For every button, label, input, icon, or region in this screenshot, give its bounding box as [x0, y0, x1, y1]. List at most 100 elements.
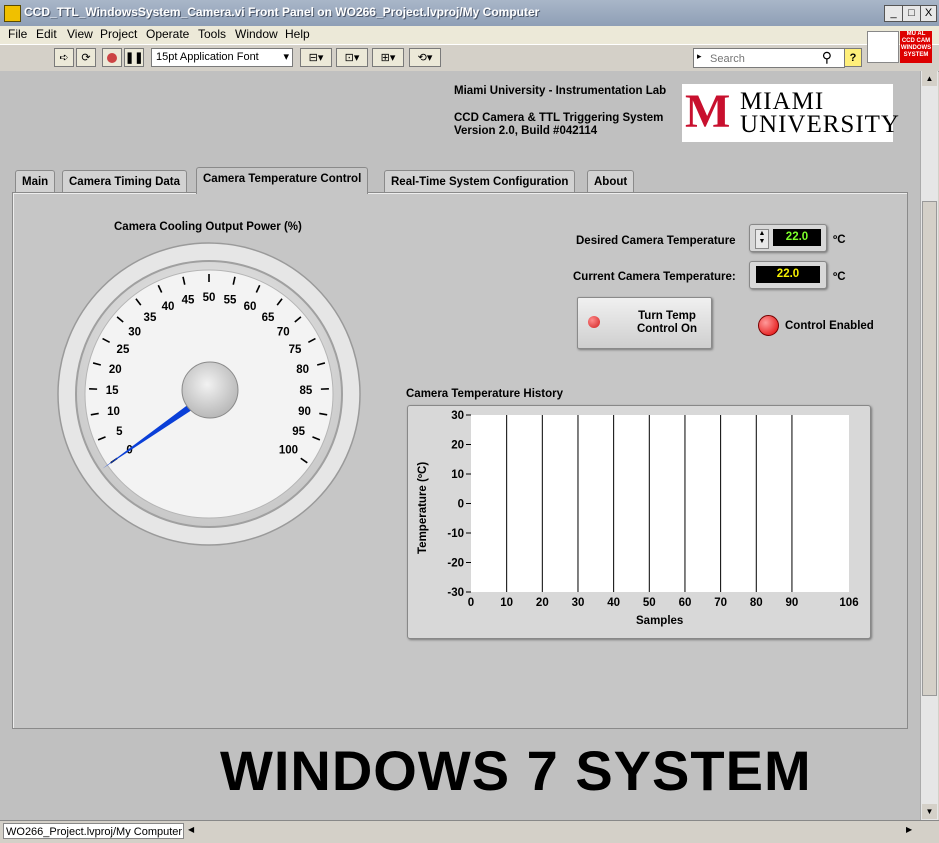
tab-camera-timing-data[interactable]: Camera Timing Data: [62, 170, 187, 192]
chevron-down-icon: ▾: [283, 49, 289, 66]
gauge-tick-label: 35: [144, 312, 157, 324]
gauge-tick-label: 60: [244, 301, 257, 313]
chart-y-axis-label: Temperature (ºC): [417, 462, 429, 554]
menu-window[interactable]: Window: [232, 27, 281, 41]
vertical-scrollbar[interactable]: ▲ ▼: [920, 71, 938, 820]
desired-temperature-unit: ºC: [833, 234, 846, 246]
logo-letter: M: [685, 88, 730, 136]
logo-line-2: UNIVERSITY: [740, 113, 900, 137]
y-tick-label: -20: [447, 558, 464, 570]
gauge-tick-label: 25: [117, 344, 130, 356]
menu-edit[interactable]: Edit: [33, 27, 60, 41]
run-arrow-icon[interactable]: ➪: [54, 48, 74, 67]
chart-title: Camera Temperature History: [406, 388, 563, 400]
gauge-tick-label: 75: [289, 344, 302, 356]
button-label-line-2: Control On: [632, 323, 702, 335]
menu-file[interactable]: File: [5, 27, 30, 41]
gauge-tick-label: 100: [279, 445, 298, 457]
gauge-tick-label: 95: [292, 426, 305, 438]
turn-temp-control-on-button[interactable]: Turn Temp Control On: [577, 297, 712, 349]
current-temperature-indicator: 22.0: [749, 261, 827, 289]
desired-temperature-label: Desired Camera Temperature: [576, 235, 736, 247]
maximize-button[interactable]: □: [902, 5, 921, 22]
lab-name: Miami University - Instrumentation Lab: [454, 85, 666, 97]
gauge-hub: [182, 362, 238, 418]
context-help-button[interactable]: ?: [844, 48, 862, 67]
scroll-left-icon[interactable]: ◀: [188, 825, 194, 834]
align-objects-icon[interactable]: ⊟▾: [300, 48, 332, 67]
gauge-tick-label: 5: [116, 426, 123, 438]
y-tick-label: -10: [447, 528, 464, 540]
toolbar: ➪ ⟳ ❚❚ 15pt Application Font ▾ ⊟▾ ⊡▾ ⊞▾ …: [0, 44, 939, 72]
tab-real-time-system-configuration[interactable]: Real-Time System Configuration: [384, 170, 575, 192]
gauge-label: Camera Cooling Output Power (%): [114, 221, 302, 233]
current-temperature-unit: ºC: [833, 271, 846, 283]
font-select-value: 15pt Application Font: [156, 51, 259, 63]
cooling-power-gauge: 0510152025303540455055606570758085909510…: [55, 240, 363, 548]
distribute-objects-icon[interactable]: ⊡▾: [336, 48, 368, 67]
font-select[interactable]: 15pt Application Font ▾: [151, 48, 293, 67]
chart-x-axis-label: Samples: [636, 615, 683, 627]
close-button[interactable]: X: [920, 5, 937, 22]
x-tick-label: 30: [572, 597, 585, 609]
desired-temperature-control[interactable]: ▲▼ 22.0: [749, 224, 827, 252]
title-bar: CCD_TTL_WindowsSystem_Camera.vi Front Pa…: [0, 0, 939, 27]
gauge-tick-label: 15: [106, 385, 119, 397]
increment-decrement-icon[interactable]: ▲▼: [755, 229, 769, 249]
menu-help[interactable]: Help: [282, 27, 313, 41]
gauge-tick-label: 50: [203, 292, 216, 304]
gauge-tick-label: 80: [296, 364, 309, 376]
x-tick-label: 10: [500, 597, 513, 609]
scroll-thumb[interactable]: [922, 201, 937, 696]
windows-7-banner: WINDOWS 7 SYSTEM: [220, 738, 812, 803]
gauge-tick-label: 90: [298, 406, 311, 418]
gauge-tick-label: 70: [277, 327, 290, 339]
pause-icon[interactable]: ❚❚: [124, 48, 144, 67]
x-tick-label: 20: [536, 597, 549, 609]
x-tick-label: 60: [679, 597, 692, 609]
minimize-button[interactable]: _: [884, 5, 903, 22]
menu-project[interactable]: Project: [97, 27, 140, 41]
control-enabled-led: [758, 315, 779, 336]
abort-execution-icon[interactable]: [102, 48, 122, 67]
gauge-tick-label: 10: [107, 406, 120, 418]
version-text: Version 2.0, Build #042114: [454, 125, 597, 137]
tab-camera-temperature-control[interactable]: Camera Temperature Control: [196, 167, 368, 194]
gauge-tick-label: 20: [109, 364, 122, 376]
labview-app-icon: [4, 5, 21, 22]
current-temperature-value: 22.0: [756, 266, 820, 283]
menu-tools[interactable]: Tools: [195, 27, 229, 41]
scroll-up-icon[interactable]: ▲: [922, 71, 937, 86]
gauge-tick-label: 40: [162, 301, 175, 313]
reorder-icon[interactable]: ⟲▾: [409, 48, 441, 67]
search-input[interactable]: [708, 50, 822, 68]
search-options-icon[interactable]: ▸: [697, 51, 702, 62]
search-box[interactable]: ▸ ⚲: [693, 48, 845, 68]
status-bar: WO266_Project.lvproj/My Computer ◀ ▶: [0, 820, 939, 843]
tab-main[interactable]: Main: [15, 170, 55, 192]
x-tick-label: 40: [607, 597, 620, 609]
tab-about[interactable]: About: [587, 170, 634, 192]
run-continuously-icon[interactable]: ⟳: [76, 48, 96, 67]
gauge-tick-label: 55: [224, 294, 237, 306]
menu-operate[interactable]: Operate: [143, 27, 192, 41]
search-icon[interactable]: ⚲: [822, 49, 832, 66]
resize-objects-icon[interactable]: ⊞▾: [372, 48, 404, 67]
menu-bar: File Edit View Project Operate Tools Win…: [0, 26, 939, 44]
button-label-line-1: Turn Temp: [632, 310, 702, 322]
vi-connector-icon: MU AL CCD CAM WINDOWS SYSTEM: [900, 31, 932, 63]
scroll-right-icon[interactable]: ▶: [906, 825, 912, 834]
window-title: CCD_TTL_WindowsSystem_Camera.vi Front Pa…: [24, 5, 539, 19]
current-temperature-label: Current Camera Temperature:: [573, 271, 736, 283]
desired-temperature-value[interactable]: 22.0: [773, 229, 821, 246]
y-tick-label: 0: [458, 499, 464, 511]
x-tick-label: 80: [750, 597, 763, 609]
system-name: CCD Camera & TTL Triggering System: [454, 112, 663, 124]
vi-icon-blank: [867, 31, 899, 63]
temperature-history-plot: 3020100-10-20-30 0102030405060708090106: [407, 405, 869, 637]
y-tick-label: -30: [447, 587, 464, 599]
menu-view[interactable]: View: [64, 27, 96, 41]
project-context: WO266_Project.lvproj/My Computer: [3, 823, 184, 839]
scroll-down-icon[interactable]: ▼: [922, 804, 937, 819]
y-tick-label: 20: [451, 440, 464, 452]
